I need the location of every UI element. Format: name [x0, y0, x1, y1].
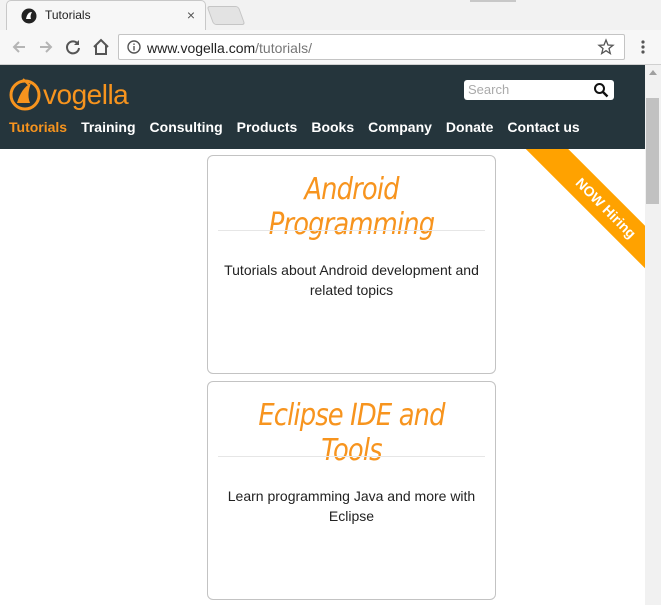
card-title[interactable]: Eclipse IDE and Tools: [228, 398, 475, 468]
reload-icon[interactable]: [62, 36, 84, 58]
vogella-favicon-icon: [21, 8, 37, 24]
nav-item-company[interactable]: Company: [368, 119, 432, 135]
tab-title: Tutorials: [45, 8, 91, 22]
vogella-logo-icon: [9, 78, 41, 111]
now-hiring-ribbon[interactable]: NOW Hiring: [524, 149, 645, 290]
bookmark-star-icon[interactable]: [597, 38, 615, 56]
search-box[interactable]: [464, 80, 614, 100]
nav-item-consulting[interactable]: Consulting: [150, 119, 223, 135]
page-content: Android Programming Tutorials about Andr…: [0, 149, 645, 605]
nav-item-products[interactable]: Products: [237, 119, 298, 135]
home-icon[interactable]: [90, 36, 112, 58]
card-description: Learn programming Java and more with Ecl…: [227, 488, 476, 524]
card-divider: [218, 230, 485, 231]
logo-text: vogella: [43, 79, 129, 110]
card-divider: [218, 456, 485, 457]
scroll-thumb[interactable]: [646, 98, 659, 204]
vogella-logo[interactable]: vogella: [9, 71, 149, 115]
nav-item-donate[interactable]: Donate: [446, 119, 493, 135]
url-path: /tutorials/: [255, 40, 312, 56]
nav-item-tutorials[interactable]: Tutorials: [9, 119, 67, 135]
url-host: www.vogella.com: [147, 40, 256, 56]
nav-item-books[interactable]: Books: [311, 119, 354, 135]
main-nav: Tutorials Training Consulting Products Books…: [9, 119, 594, 139]
nav-item-training[interactable]: Training: [81, 119, 135, 135]
info-icon[interactable]: [127, 40, 141, 54]
address-bar[interactable]: www.vogella.com/tutorials/: [118, 34, 625, 60]
url-text: www.vogella.com/tutorials/: [147, 40, 312, 56]
forward-arrow-icon[interactable]: [35, 36, 57, 58]
browser-tab-strip: Tutorials ×: [0, 0, 661, 30]
browser-menu-icon[interactable]: [638, 39, 648, 55]
window-control-strip: [470, 0, 516, 2]
site-header: vogella Tutorials Training Consulting Produ…: [0, 65, 645, 149]
search-input[interactable]: [468, 81, 588, 97]
tutorial-card-android[interactable]: Android Programming Tutorials about Andr…: [207, 155, 496, 374]
card-title[interactable]: Android Programming: [228, 172, 475, 242]
browser-tab[interactable]: Tutorials ×: [6, 0, 206, 30]
back-arrow-icon[interactable]: [8, 36, 30, 58]
browser-toolbar: www.vogella.com/tutorials/: [0, 30, 661, 65]
page-scrollbar[interactable]: [645, 65, 661, 605]
scroll-up-arrow-icon[interactable]: [649, 70, 657, 75]
close-icon[interactable]: ×: [187, 7, 195, 23]
tutorial-card-eclipse[interactable]: Eclipse IDE and Tools Learn programming …: [207, 381, 496, 600]
nav-item-contact-us[interactable]: Contact us: [507, 119, 579, 135]
card-description: Tutorials about Android development and …: [224, 262, 479, 298]
search-icon[interactable]: [593, 82, 609, 98]
new-tab-button[interactable]: [206, 6, 246, 25]
